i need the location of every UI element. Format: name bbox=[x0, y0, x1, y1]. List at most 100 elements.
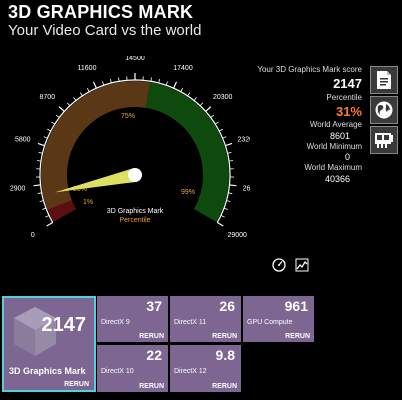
directx12-value: 9.8 bbox=[215, 347, 235, 363]
3d-graphics-mark-tile-label: 3D Graphics Mark bbox=[9, 366, 86, 376]
gauge-tick bbox=[173, 81, 178, 89]
directx11-rerun-button[interactable]: RERUN bbox=[212, 333, 237, 340]
gauge-percentile-mark: 75% bbox=[121, 113, 135, 120]
gauge-tick bbox=[228, 192, 233, 194]
directx11-label: DirectX 11 bbox=[174, 319, 207, 326]
gauge-tick bbox=[73, 97, 77, 101]
score-label: Your 3D Graphics Mark score bbox=[257, 65, 362, 74]
gauge-band-mid bbox=[41, 80, 150, 210]
3d-graphics-mark-value: 2147 bbox=[41, 314, 87, 336]
gauge-tick bbox=[37, 142, 45, 147]
world-maximum-label: World Maximum bbox=[304, 163, 362, 172]
gauge-tick bbox=[118, 77, 120, 82]
gpu-compute-rerun-button[interactable]: RERUN bbox=[285, 333, 310, 340]
gauge-tick bbox=[180, 88, 184, 92]
directx10-tile[interactable]: 22 DirectX 10 RERUN bbox=[97, 345, 168, 392]
gauge-tick-label: 8700 bbox=[40, 94, 56, 101]
globe-icon bbox=[375, 101, 393, 119]
percentile-value: 31% bbox=[335, 104, 362, 119]
gauge-tick bbox=[193, 97, 197, 101]
directx11-value: 26 bbox=[219, 298, 235, 314]
gauge-tick-label: 29000 bbox=[227, 232, 247, 239]
gauge-tick-label: 20300 bbox=[213, 94, 233, 101]
gauge-band-high bbox=[145, 82, 229, 223]
globe-button[interactable] bbox=[370, 96, 398, 124]
document-icon bbox=[377, 71, 391, 89]
gauge-tick bbox=[42, 207, 47, 210]
gauge-tick bbox=[45, 215, 50, 218]
world-average-value: 8601 bbox=[329, 130, 350, 141]
gauge-tick-label: 23200 bbox=[237, 137, 250, 144]
gauge-tick bbox=[38, 152, 43, 154]
page-title: 3D GRAPHICS MARK bbox=[8, 2, 194, 22]
speedometer-icon[interactable] bbox=[272, 258, 286, 272]
gauge-tick bbox=[79, 92, 83, 97]
percentile-label: Percentile bbox=[326, 93, 362, 102]
gauge-tick bbox=[92, 81, 97, 89]
gauge-tick bbox=[199, 102, 204, 107]
gauge-tick bbox=[33, 184, 41, 187]
gauge-tick-label: 2900 bbox=[10, 185, 26, 192]
3d-graphics-mark-rerun-button[interactable]: RERUN bbox=[64, 381, 89, 388]
gauge-percentile-mark: 1% bbox=[83, 199, 93, 206]
gauge-center-label: 3D Graphics Mark bbox=[107, 208, 164, 215]
directx12-tile[interactable]: 9.8 DirectX 12 RERUN bbox=[170, 345, 241, 392]
directx10-value: 22 bbox=[146, 347, 162, 363]
gauge-tick bbox=[223, 207, 228, 210]
gauge-tick-label: 11600 bbox=[78, 65, 97, 72]
gauge-tick bbox=[165, 81, 168, 86]
gpu-compute-value: 961 bbox=[284, 298, 308, 314]
gauge-tick bbox=[226, 200, 231, 203]
3d-graphics-mark-tile[interactable]: 2147 3D Graphics Mark RERUN bbox=[2, 296, 96, 392]
gauge-tick bbox=[216, 221, 224, 227]
graphics-card-icon bbox=[375, 133, 393, 148]
gauge-tick bbox=[37, 192, 42, 194]
directx12-label: DirectX 12 bbox=[174, 368, 207, 375]
gauge-tick bbox=[46, 221, 54, 227]
score-value: 2147 bbox=[333, 76, 362, 91]
directx9-tile[interactable]: 37 DirectX 9 RERUN bbox=[97, 296, 168, 342]
gauge-tick-label: 14500 bbox=[125, 56, 145, 62]
gpu-compute-tile[interactable]: 961 GPU Compute RERUN bbox=[243, 296, 314, 342]
gauge-tick bbox=[39, 200, 44, 203]
world-maximum-value: 40366 bbox=[324, 173, 350, 184]
gauge-tick bbox=[109, 79, 112, 84]
score-gauge: 0 2900 5800 8700 11600 14500 17400 20300 23200 26… bbox=[10, 56, 250, 239]
gauge-tick bbox=[214, 121, 219, 125]
page-subtitle: Your Video Card vs the world bbox=[8, 22, 202, 39]
gauge-tick-label: 17400 bbox=[173, 65, 193, 72]
gauge-tick bbox=[227, 152, 232, 154]
gauge-tick bbox=[205, 106, 212, 112]
gauge-tick bbox=[158, 79, 161, 84]
gauge-tick bbox=[47, 128, 51, 132]
world-average-label: World Average bbox=[309, 120, 362, 129]
gauge-tick bbox=[210, 114, 215, 118]
directx9-value: 37 bbox=[146, 298, 162, 314]
gauge-tick bbox=[225, 142, 233, 147]
directx10-label: DirectX 10 bbox=[101, 368, 134, 375]
gauge-tick bbox=[222, 136, 227, 139]
gauge-tick bbox=[43, 136, 48, 139]
gauge-tick bbox=[55, 114, 60, 118]
gpu-compute-label: GPU Compute bbox=[247, 319, 293, 326]
document-button[interactable] bbox=[370, 66, 398, 94]
chart-icon[interactable] bbox=[295, 258, 309, 272]
graphics-card-button[interactable] bbox=[370, 126, 398, 154]
gauge-tick-label: 5800 bbox=[15, 137, 31, 144]
gauge-tick-label: 0 bbox=[31, 232, 35, 239]
gauge-tick bbox=[102, 81, 105, 86]
gauge-hub bbox=[128, 168, 142, 182]
directx9-label: DirectX 9 bbox=[101, 319, 130, 326]
gauge-tick bbox=[150, 77, 152, 82]
gauge-tick bbox=[86, 88, 90, 92]
world-minimum-value: 0 bbox=[344, 152, 350, 162]
world-minimum-label: World Minimum bbox=[306, 141, 362, 151]
directx9-rerun-button[interactable]: RERUN bbox=[139, 333, 164, 340]
directx10-rerun-button[interactable]: RERUN bbox=[139, 383, 164, 390]
gauge-tick bbox=[58, 106, 65, 112]
gauge-tick bbox=[219, 128, 223, 132]
directx11-tile[interactable]: 26 DirectX 11 RERUN bbox=[170, 296, 241, 342]
directx12-rerun-button[interactable]: RERUN bbox=[212, 383, 237, 390]
gauge-tick bbox=[220, 215, 225, 218]
gauge-percentile-mark: 99% bbox=[181, 189, 195, 196]
